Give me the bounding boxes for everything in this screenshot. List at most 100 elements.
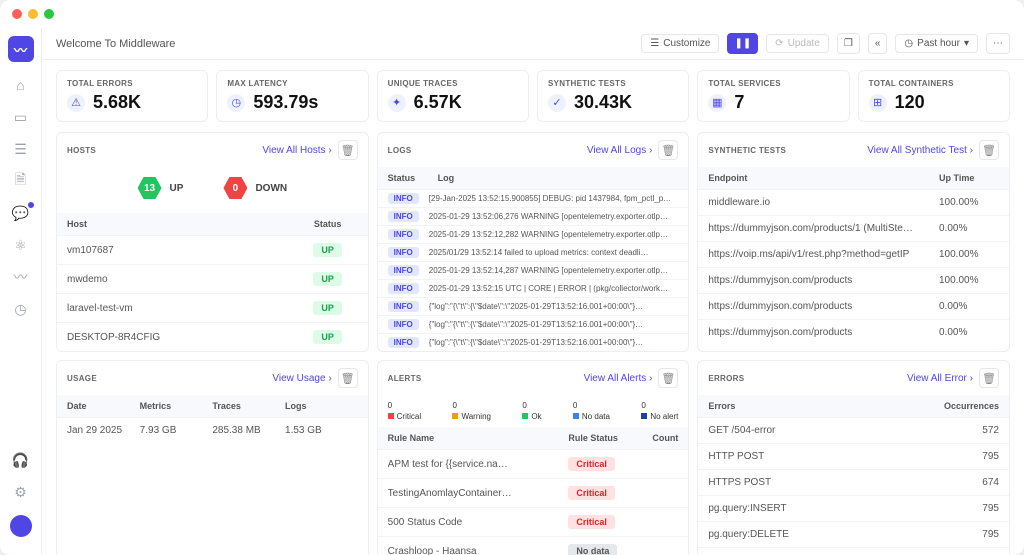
- alert-row[interactable]: TestingAnomlayContainer…Critical: [378, 478, 689, 507]
- error-row[interactable]: HTTP POST795: [698, 443, 1009, 469]
- collapse-button[interactable]: «: [868, 33, 888, 54]
- nav-monitor-icon[interactable]: ▭: [12, 108, 30, 126]
- nav-home-icon[interactable]: ⌂: [12, 76, 30, 94]
- alert-count: 0: [573, 401, 610, 410]
- view-all-hosts-link[interactable]: View All Hosts ›: [262, 145, 331, 156]
- stat-value: 7: [734, 92, 744, 113]
- synthetic-row[interactable]: https://dummyjson.com/products100.00%: [698, 267, 1009, 293]
- clock-icon: ◷: [904, 38, 913, 49]
- usage-cell: 285.38 MB: [212, 425, 285, 436]
- error-count: 795: [929, 503, 999, 514]
- customize-button[interactable]: ☰Customize: [641, 34, 719, 53]
- log-row[interactable]: INFO 2025-01-29 13:52:06,276 WARNING [ope…: [378, 207, 689, 225]
- stat-icon: ✓: [548, 94, 566, 112]
- error-row[interactable]: HTTPS POST674: [698, 469, 1009, 495]
- alert-stat: 0Critical: [388, 401, 421, 421]
- delete-button[interactable]: 🗑: [658, 368, 678, 388]
- window-minimize-icon[interactable]: [28, 9, 38, 19]
- host-row[interactable]: laravel-test-vmUP: [57, 293, 368, 322]
- delete-button[interactable]: 🗑: [658, 140, 678, 160]
- uptime-text: 100.00%: [939, 197, 999, 208]
- stat-card: SYNTHETIC TESTS✓30.43K: [537, 70, 689, 122]
- delete-button[interactable]: 🗑: [338, 368, 358, 388]
- logo[interactable]: 〰: [8, 36, 34, 62]
- synthetic-row[interactable]: https://dummyjson.com/products0.00%: [698, 293, 1009, 319]
- pause-button[interactable]: ❚❚: [727, 33, 758, 54]
- alert-row[interactable]: 500 Status CodeCritical: [378, 507, 689, 536]
- nav-activity-icon[interactable]: 〰: [12, 268, 30, 286]
- delete-button[interactable]: 🗑: [979, 368, 999, 388]
- log-row[interactable]: INFO2025-01-29 13:52:12,282 WARNING [ope…: [378, 225, 689, 243]
- error-row[interactable]: pg.query:DELETE795: [698, 521, 1009, 547]
- host-row[interactable]: DESKTOP-8R4CFIGUP: [57, 322, 368, 351]
- log-row[interactable]: INFO[29-Jan-2025 13:52:15.900855] DEBUG:…: [378, 189, 689, 207]
- more-button[interactable]: ⋯: [986, 33, 1010, 54]
- alert-row[interactable]: APM test for {{service.na…Critical: [378, 449, 689, 478]
- synthetic-row[interactable]: middleware.io100.00%: [698, 189, 1009, 215]
- refresh-icon: ⟳: [775, 38, 783, 49]
- synthetic-row[interactable]: https://voip.ms/api/v1/rest.php?method=g…: [698, 241, 1009, 267]
- log-text: {"log":"{\"t\":{\"$date\":\"2025-01-29T1…: [429, 338, 679, 347]
- endpoint-text: https://dummyjson.com/products: [708, 275, 939, 286]
- delete-button[interactable]: 🗑: [979, 140, 999, 160]
- host-name: vm107687: [67, 245, 298, 256]
- nav-file-icon[interactable]: 🗎: [12, 172, 30, 190]
- host-row[interactable]: mwdemoUP: [57, 264, 368, 293]
- log-level-badge: INFO: [388, 193, 419, 204]
- copy-button[interactable]: ❐: [837, 33, 860, 54]
- view-all-errors-link[interactable]: View All Error ›: [907, 373, 973, 384]
- host-row[interactable]: vm107687UP: [57, 235, 368, 264]
- view-all-logs-link[interactable]: View All Logs ›: [587, 145, 652, 156]
- synthetic-title: SYNTHETIC TESTS: [708, 146, 786, 155]
- status-badge: UP: [313, 272, 342, 286]
- user-avatar[interactable]: [10, 515, 32, 537]
- view-all-synthetic-link[interactable]: View All Synthetic Test ›: [867, 145, 973, 156]
- log-row[interactable]: INFO2025/01/29 13:52:14 failed to upload…: [378, 243, 689, 261]
- update-button[interactable]: ⟳Update: [766, 34, 829, 53]
- nav-headset-icon[interactable]: 🎧: [12, 451, 30, 469]
- window-close-icon[interactable]: [12, 9, 22, 19]
- log-level-badge: INFO: [388, 211, 419, 222]
- rule-status-badge: Critical: [568, 515, 615, 529]
- window-titlebar: [0, 0, 1024, 28]
- window-maximize-icon[interactable]: [44, 9, 54, 19]
- synthetic-row[interactable]: https://dummyjson.com/products/1 (MultiS…: [698, 215, 1009, 241]
- log-level-badge: INFO: [388, 337, 419, 348]
- log-text: 2025-01-29 13:52:06,276 WARNING [opentel…: [429, 212, 679, 221]
- alert-color-icon: [522, 413, 528, 419]
- sidebar: 〰 ⌂ ▭ ☰ 🗎 💬 ⚛ 〰 ◷ 🎧 ⚙: [0, 28, 42, 555]
- usage-col: Logs: [285, 401, 358, 411]
- error-row[interactable]: pg.query:UPDATE795: [698, 547, 1009, 555]
- log-row[interactable]: INFO {"log":"{\"t\":{\"$date\":\"2025-01-…: [378, 333, 689, 351]
- timerange-select[interactable]: ◷Past hour▾: [895, 34, 978, 53]
- stat-card: TOTAL ERRORS⚠5.68K: [56, 70, 208, 122]
- log-row[interactable]: INFO{"log":"{\"t\":{\"$date\":\"2025-01-…: [378, 297, 689, 315]
- uptime-text: 0.00%: [939, 327, 999, 338]
- rule-status-badge: Critical: [568, 486, 615, 500]
- alert-row[interactable]: Crashloop - HaansaNo data: [378, 536, 689, 555]
- view-usage-link[interactable]: View Usage ›: [272, 373, 331, 384]
- nav-list-icon[interactable]: ☰: [12, 140, 30, 158]
- nav-graph-icon[interactable]: ⚛: [12, 236, 30, 254]
- view-all-alerts-link[interactable]: View All Alerts ›: [584, 373, 653, 384]
- status-badge: UP: [313, 301, 342, 315]
- alert-count: 0: [452, 401, 491, 410]
- stat-label: MAX LATENCY: [227, 79, 357, 88]
- log-text: {"log":"{\"t\":{\"$date\":\"2025-01-29T1…: [429, 302, 679, 311]
- synthetic-row[interactable]: https://dummyjson.com/products0.00%: [698, 319, 1009, 345]
- nav-chat-icon[interactable]: 💬: [12, 204, 30, 222]
- rule-name: TestingAnomlayContainer…: [388, 488, 569, 499]
- nav-clock-icon[interactable]: ◷: [12, 300, 30, 318]
- error-row[interactable]: GET /504-error572: [698, 417, 1009, 443]
- stat-card: MAX LATENCY◷593.79s: [216, 70, 368, 122]
- log-row[interactable]: INFO2025-01-29 13:52:14,287 WARNING [ope…: [378, 261, 689, 279]
- log-row[interactable]: INFO2025-01-29 13:52:15 UTC | CORE | ERR…: [378, 279, 689, 297]
- logs-panel: LOGS View All Logs › 🗑 StatusLog INFO[29…: [377, 132, 690, 352]
- delete-button[interactable]: 🗑: [338, 140, 358, 160]
- nav-settings-icon[interactable]: ⚙: [12, 483, 30, 501]
- error-name: HTTP POST: [708, 451, 929, 462]
- error-row[interactable]: pg.query:INSERT795: [698, 495, 1009, 521]
- alert-count: 0: [641, 401, 678, 410]
- stat-value: 6.57K: [414, 92, 462, 113]
- log-row[interactable]: INFO{"log":"{\"t\":{\"$date\":\"2025-01-…: [378, 315, 689, 333]
